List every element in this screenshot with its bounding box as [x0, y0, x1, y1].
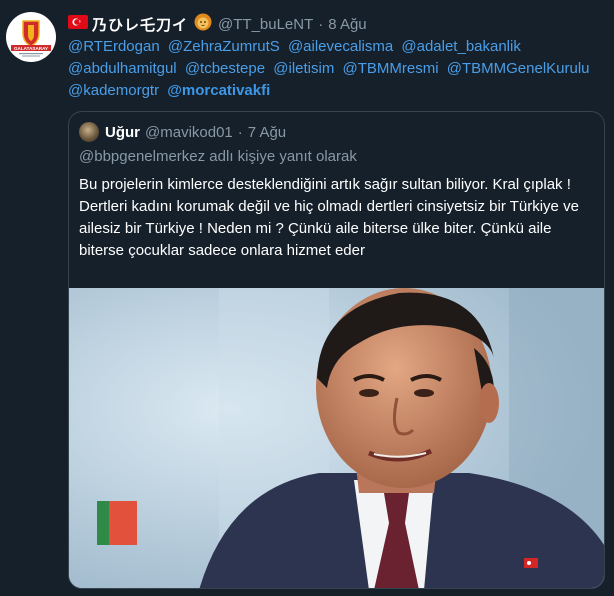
separator-dot: · [318, 15, 324, 33]
quoted-text-paragraph: Dertleri kadını korumak değil ve hiç olm… [79, 198, 579, 259]
quoted-text-paragraph: Bu projelerin kimlerce desteklendiğini a… [79, 176, 571, 193]
lion-icon [194, 13, 212, 35]
avatar-text: GALATASARAY [14, 46, 48, 51]
logo-red-bar [109, 501, 137, 545]
logo-green-bar [97, 501, 109, 545]
quoted-display-name[interactable]: Uğur [105, 124, 140, 141]
handle[interactable]: @TT_buLeNT [218, 16, 313, 33]
video-thumbnail[interactable] [69, 288, 604, 588]
turkey-flag-icon [68, 15, 88, 33]
reply-context: @bbpgenelmerkez adlı kişiye yanıt olarak [79, 148, 357, 165]
quoted-tweet[interactable]: Uğur @mavikod01 · 7 Ağu @bbpgenelmerkez … [68, 111, 605, 589]
video-frame-image [69, 288, 604, 588]
display-name[interactable]: 乃ひレ乇刀イ [92, 14, 188, 35]
quoted-handle[interactable]: @mavikod01 [145, 124, 233, 141]
mention-link[interactable]: @RTErdogan [68, 38, 160, 55]
mention-link[interactable]: @morcativakfi [167, 82, 270, 99]
mention-link[interactable]: @ZehraZumrutS [168, 38, 280, 55]
tweet-header: 乃ひレ乇刀イ @TT_buLeNT · 8 Ağu [68, 13, 367, 35]
mention-link[interactable]: @abdulhamitgul [68, 60, 177, 77]
mention-link[interactable]: @tcbestepe [185, 60, 265, 77]
mention-link[interactable]: @TBMMGenelKurulu [447, 60, 590, 77]
galatasaray-logo-icon: GALATASARAY [7, 13, 55, 61]
mention-link[interactable]: @TBMMresmi [343, 60, 439, 77]
separator-dot: · [237, 123, 243, 141]
mention-list: @RTErdogan @ZehraZumrutS @ailevecalisma … [68, 36, 608, 102]
quoted-tweet-header: Uğur @mavikod01 · 7 Ağu [79, 120, 286, 144]
quoted-timestamp[interactable]: 7 Ağu [248, 124, 286, 141]
mention-link[interactable]: @adalet_bakanlik [401, 38, 520, 55]
mention-link[interactable]: @ailevecalisma [288, 38, 393, 55]
mention-link[interactable]: @kademorgtr [68, 82, 159, 99]
quoted-tweet-text: Bu projelerin kimlerce desteklendiğini a… [79, 174, 594, 262]
mention-link[interactable]: @iletisim [273, 60, 334, 77]
timestamp[interactable]: 8 Ağu [328, 16, 366, 33]
tweet[interactable]: GALATASARAY 乃ひレ乇刀イ @TT_buLeNT · 8 Ağu @R… [0, 0, 614, 596]
avatar[interactable]: GALATASARAY [6, 12, 56, 62]
channel-logo [97, 501, 137, 545]
quoted-avatar[interactable] [79, 122, 99, 142]
